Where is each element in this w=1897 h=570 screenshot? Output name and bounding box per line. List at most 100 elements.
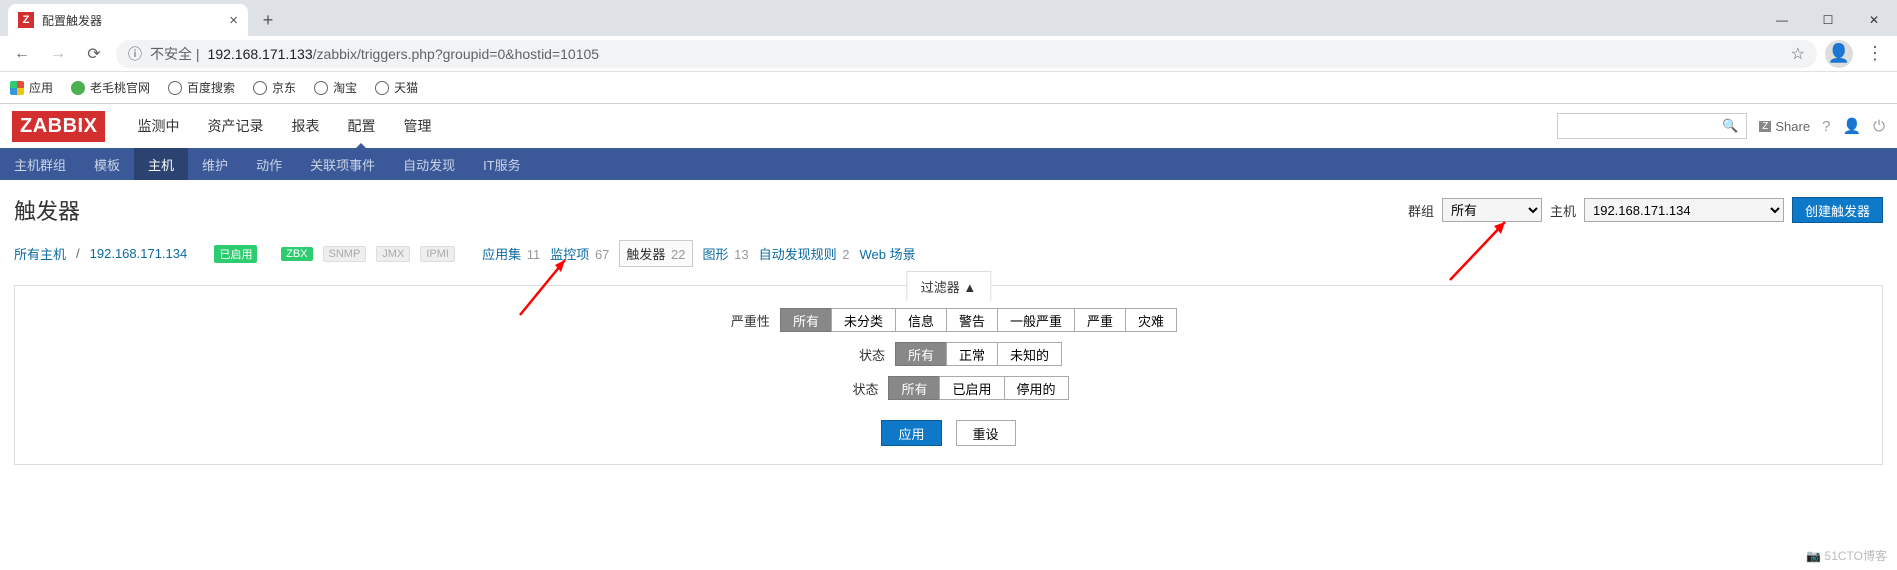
severity-all[interactable]: 所有 [780, 308, 832, 332]
subnav-maintenance[interactable]: 维护 [188, 148, 242, 180]
browser-tab[interactable]: Z 配置触发器 × [8, 4, 248, 36]
jmx-badge: JMX [376, 246, 410, 262]
crumb-all-hosts[interactable]: 所有主机 [14, 244, 66, 263]
url-text: 192.168.171.133/zabbix/triggers.php?grou… [208, 46, 600, 62]
sub-nav: 主机群组 模板 主机 维护 动作 关联项事件 自动发现 IT服务 [0, 148, 1897, 180]
window-controls: — ☐ ✕ [1759, 4, 1897, 36]
share-link[interactable]: ZShare [1759, 119, 1810, 134]
subnav-hostgroups[interactable]: 主机群组 [0, 148, 80, 180]
severity-high[interactable]: 严重 [1074, 308, 1126, 332]
nav-forward-icon[interactable]: → [44, 40, 72, 68]
power-icon[interactable]: ⏻ [1873, 118, 1885, 135]
bookmark-star-icon[interactable]: ☆ [1791, 44, 1805, 64]
insecure-label: 不安全 | [150, 44, 200, 64]
bookmark-item[interactable]: 淘宝 [314, 79, 357, 96]
severity-average[interactable]: 一般严重 [997, 308, 1075, 332]
watermark: 📷 51CTO博客 [1806, 547, 1887, 564]
severity-label: 严重性 [720, 311, 770, 330]
tab-applications[interactable]: 应用集 11 [482, 244, 540, 263]
tab-items[interactable]: 监控项 67 [550, 244, 609, 263]
severity-disaster[interactable]: 灾难 [1125, 308, 1177, 332]
subnav-discovery[interactable]: 自动发现 [389, 148, 469, 180]
browser-tab-strip: Z 配置触发器 × + — ☐ ✕ [0, 0, 1897, 36]
filter-toggle[interactable]: 过滤器 ▲ [906, 271, 991, 301]
subnav-correlation[interactable]: 关联项事件 [296, 148, 389, 180]
mainnav-monitoring[interactable]: 监测中 [123, 104, 193, 148]
tab-web[interactable]: Web 场景 [860, 244, 916, 263]
filter-state-row: 状态 所有 正常 未知的 [835, 342, 1062, 366]
new-tab-button[interactable]: + [254, 6, 282, 34]
subnav-hosts[interactable]: 主机 [134, 148, 188, 180]
severity-information[interactable]: 信息 [895, 308, 947, 332]
group-select[interactable]: 所有 [1442, 198, 1542, 222]
apps-icon [10, 81, 24, 95]
breadcrumb: 所有主机 / 192.168.171.134 已启用 ZBX SNMP JMX … [14, 240, 1883, 267]
window-maximize[interactable]: ☐ [1805, 4, 1851, 36]
status-all[interactable]: 所有 [888, 376, 940, 400]
bookmark-item[interactable]: 老毛桃官网 [71, 79, 150, 96]
bookmarks-bar: 应用 老毛桃官网 百度搜索 京东 淘宝 天猫 [0, 72, 1897, 104]
apply-button[interactable]: 应用 [881, 420, 941, 446]
status-label: 状态 [828, 379, 878, 398]
status-disabled[interactable]: 停用的 [1004, 376, 1069, 400]
search-input[interactable]: 🔍 [1557, 113, 1747, 139]
user-icon[interactable]: 👤 [1842, 117, 1861, 135]
search-icon: 🔍 [1722, 118, 1738, 134]
window-minimize[interactable]: — [1759, 4, 1805, 36]
browser-menu-icon[interactable]: ⋮ [1861, 43, 1889, 64]
host-label: 主机 [1550, 201, 1576, 220]
reset-button[interactable]: 重设 [956, 420, 1016, 446]
subnav-templates[interactable]: 模板 [80, 148, 134, 180]
status-group: 所有 已启用 停用的 [888, 376, 1068, 400]
state-group: 所有 正常 未知的 [895, 342, 1062, 366]
globe-icon [168, 81, 182, 95]
bookmark-item[interactable]: 天猫 [375, 79, 418, 96]
profile-avatar-icon[interactable]: 👤 [1825, 40, 1853, 68]
filter-actions: 应用 重设 [881, 420, 1015, 446]
nav-back-icon[interactable]: ← [8, 40, 36, 68]
header-right: 🔍 ZShare ? 👤 ⏻ [1557, 113, 1885, 139]
severity-notclassified[interactable]: 未分类 [831, 308, 896, 332]
state-unknown[interactable]: 未知的 [997, 342, 1062, 366]
mainnav-reports[interactable]: 报表 [277, 104, 333, 148]
window-close[interactable]: ✕ [1851, 4, 1897, 36]
page-content: 触发器 群组 所有 主机 192.168.171.134 创建触发器 所有主机 … [0, 180, 1897, 479]
tab-triggers[interactable]: 触发器 22 [619, 240, 692, 267]
severity-warning[interactable]: 警告 [946, 308, 998, 332]
nav-reload-icon[interactable]: ⟳ [80, 40, 108, 68]
enabled-badge: 已启用 [214, 245, 257, 263]
tab-title: 配置触发器 [42, 12, 221, 29]
globe-icon [375, 81, 389, 95]
page-header: 触发器 群组 所有 主机 192.168.171.134 创建触发器 [14, 194, 1883, 226]
bookmark-item[interactable]: 百度搜索 [168, 79, 235, 96]
state-label: 状态 [835, 345, 885, 364]
severity-group: 所有 未分类 信息 警告 一般严重 严重 灾难 [780, 308, 1177, 332]
tab-graphs[interactable]: 图形 13 [703, 244, 749, 263]
host-select[interactable]: 192.168.171.134 [1584, 198, 1784, 222]
globe-icon [314, 81, 328, 95]
subnav-actions[interactable]: 动作 [242, 148, 296, 180]
mainnav-administration[interactable]: 管理 [389, 104, 445, 148]
bookmark-item[interactable]: 京东 [253, 79, 296, 96]
address-bar[interactable]: ⓘ 不安全 | 192.168.171.133/zabbix/triggers.… [116, 40, 1817, 68]
help-icon[interactable]: ? [1822, 118, 1830, 135]
crumb-sep: / [76, 246, 80, 261]
crumb-host[interactable]: 192.168.171.134 [90, 246, 188, 261]
apps-shortcut[interactable]: 应用 [10, 79, 53, 96]
create-trigger-button[interactable]: 创建触发器 [1792, 197, 1883, 223]
info-icon[interactable]: ⓘ [128, 44, 142, 64]
main-nav: 监测中 资产记录 报表 配置 管理 [123, 104, 445, 148]
filter-severity-row: 严重性 所有 未分类 信息 警告 一般严重 严重 灾难 [720, 308, 1177, 332]
snmp-badge: SNMP [323, 246, 367, 262]
mainnav-inventory[interactable]: 资产记录 [193, 104, 277, 148]
state-normal[interactable]: 正常 [946, 342, 998, 366]
status-enabled[interactable]: 已启用 [939, 376, 1004, 400]
mainnav-configuration[interactable]: 配置 [333, 104, 389, 148]
state-all[interactable]: 所有 [895, 342, 947, 366]
tab-discovery[interactable]: 自动发现规则 2 [759, 244, 850, 263]
subnav-itservices[interactable]: IT服务 [469, 148, 535, 180]
tab-close-icon[interactable]: × [229, 12, 238, 29]
filter-status-row: 状态 所有 已启用 停用的 [828, 376, 1068, 400]
zabbix-logo[interactable]: ZABBIX [12, 111, 105, 142]
globe-icon [253, 81, 267, 95]
